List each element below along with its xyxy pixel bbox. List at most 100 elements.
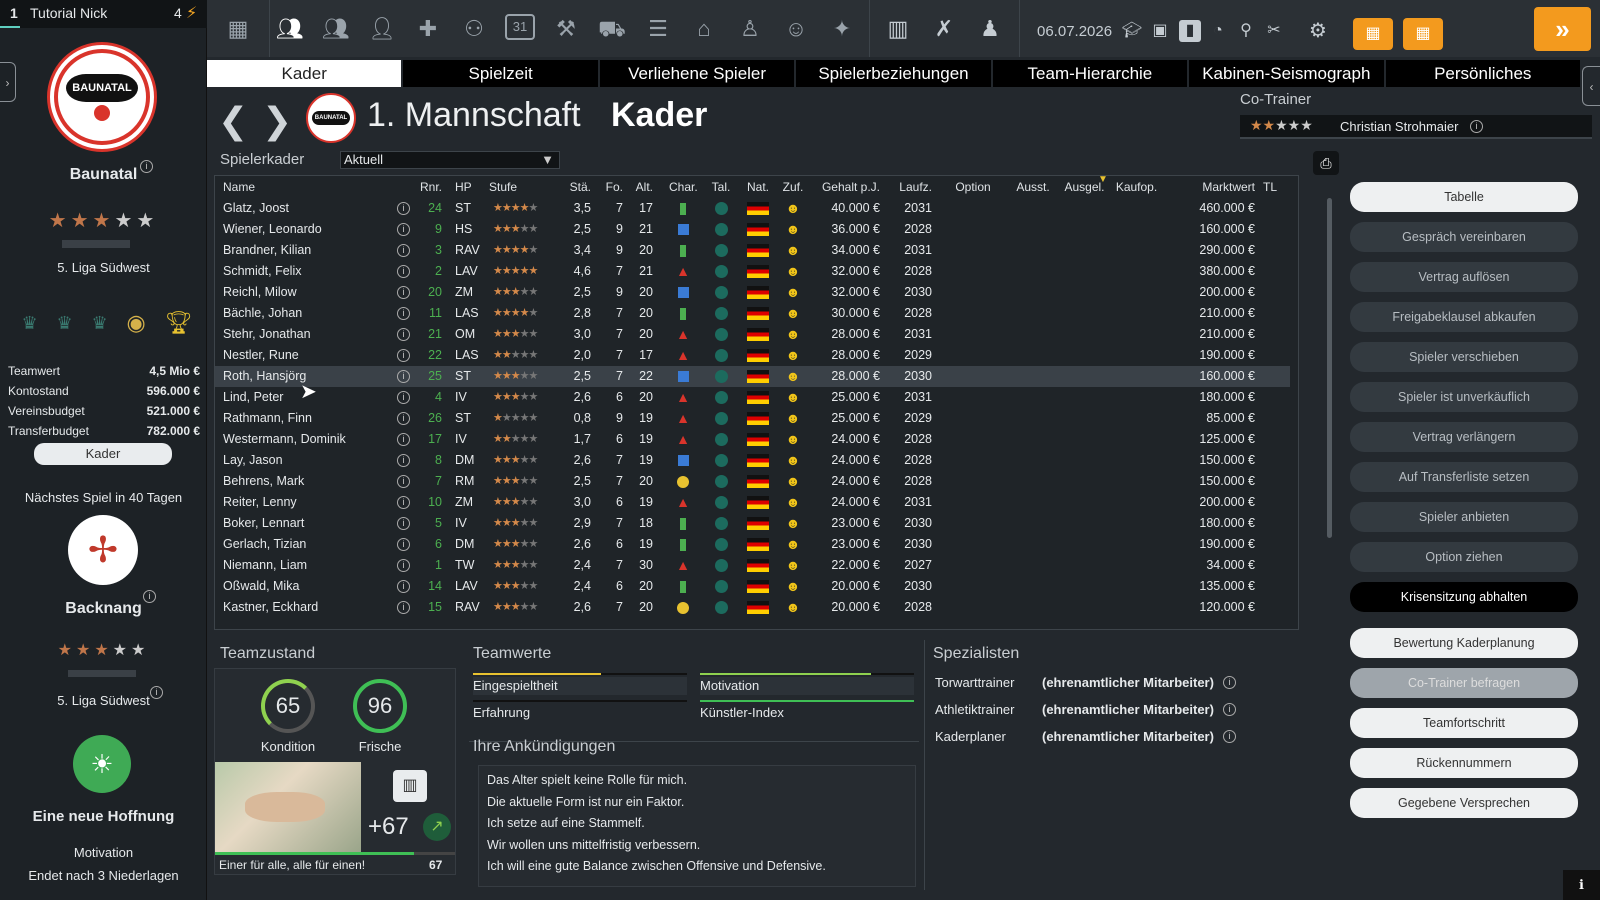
table-row[interactable]: Glatz, Joost i 24 ST ★★★★★ 3,5 7 17 ☻ 40… bbox=[215, 198, 1290, 219]
player-info-icon[interactable]: i bbox=[397, 412, 410, 425]
league-info-icon[interactable]: i bbox=[150, 686, 163, 699]
column-header[interactable]: Fo. bbox=[603, 176, 623, 198]
table-row[interactable]: Oßwald, Mika i 14 LAV ★★★★★ 2,4 6 20 ☻ 2… bbox=[215, 576, 1290, 597]
cotrainer-info-icon[interactable]: i bbox=[1470, 120, 1483, 133]
stats-icon[interactable]: ▮ bbox=[1179, 20, 1201, 42]
player-name[interactable]: Brandner, Kilian bbox=[223, 240, 403, 261]
action-button[interactable]: Vertrag auflösen bbox=[1350, 262, 1578, 292]
forward-arrow-icon[interactable]: ❯ bbox=[262, 100, 292, 142]
player-name[interactable]: Niemann, Liam bbox=[223, 555, 403, 576]
squad-filter-select[interactable]: Aktuell ▼ bbox=[340, 151, 560, 169]
column-header[interactable]: Gehalt p.J. bbox=[810, 176, 880, 198]
staff-icon[interactable]: ☺ bbox=[781, 14, 811, 44]
table-row[interactable]: Stehr, Jonathan i 21 OM ★★★★★ 3,0 7 20 ▲… bbox=[215, 324, 1290, 345]
table-row[interactable]: Bächle, Johan i 11 LAS ★★★★★ 2,8 7 20 ☻ … bbox=[215, 303, 1290, 324]
table-row[interactable]: Boker, Lennart i 5 IV ★★★★★ 2,9 7 18 ☻ 2… bbox=[215, 513, 1290, 534]
cotrainer-row[interactable]: ★★★★★ Christian Strohmaier i bbox=[1240, 115, 1592, 139]
table-row[interactable]: Rathmann, Finn i 26 ST ★★★★★ 0,8 9 19 ▲ … bbox=[215, 408, 1290, 429]
player-info-icon[interactable]: i bbox=[397, 328, 410, 341]
player-name[interactable]: Reiter, Lenny bbox=[223, 492, 403, 513]
player-name[interactable]: Rathmann, Finn bbox=[223, 408, 403, 429]
club-crest[interactable]: BAUNATAL bbox=[47, 42, 157, 152]
tab-kader[interactable]: Kader bbox=[207, 60, 404, 87]
print-icon[interactable]: ⎙ bbox=[1313, 151, 1339, 175]
column-header[interactable]: Zuf. bbox=[781, 176, 805, 198]
player-name[interactable]: Stehr, Jonathan bbox=[223, 324, 403, 345]
shirt-icon[interactable]: ♙ bbox=[735, 14, 765, 44]
tactics-board-icon[interactable]: ▥ bbox=[883, 14, 913, 44]
medical-icon[interactable]: ✚ bbox=[413, 14, 443, 44]
board-icon[interactable]: ▣ bbox=[1149, 20, 1171, 42]
tab-verliehene-spieler[interactable]: Verliehene Spieler bbox=[600, 60, 797, 87]
action-button[interactable]: Krisensitzung abhalten bbox=[1350, 582, 1578, 612]
team-icon[interactable]: 👥︎ bbox=[275, 14, 305, 44]
youth-team-icon[interactable]: 👥︎ bbox=[321, 14, 351, 44]
player-name[interactable]: Kastner, Eckhard bbox=[223, 597, 403, 618]
player-name[interactable]: Westermann, Dominik bbox=[223, 429, 403, 450]
right-panel-toggle[interactable]: ‹ bbox=[1582, 66, 1600, 106]
back-arrow-icon[interactable]: ❮ bbox=[218, 100, 248, 142]
academy-icon[interactable]: 🎓︎ bbox=[1121, 20, 1143, 42]
table-scrollbar[interactable] bbox=[1327, 198, 1332, 538]
tab-persönliches[interactable]: Persönliches bbox=[1386, 60, 1582, 87]
finance-icon[interactable]: ☰ bbox=[643, 14, 673, 44]
player-info-icon[interactable]: i bbox=[397, 580, 410, 593]
player-info-icon[interactable]: i bbox=[397, 538, 410, 551]
player-name[interactable]: Lay, Jason bbox=[223, 450, 403, 471]
calendar-week-button[interactable]: ▦ bbox=[1353, 18, 1393, 50]
tab-kabinen-seismograph[interactable]: Kabinen-Seismograph bbox=[1189, 60, 1386, 87]
player-action-icon[interactable]: ✦ bbox=[827, 14, 857, 44]
action-button[interactable]: Teamfortschritt bbox=[1350, 708, 1578, 738]
column-header[interactable]: Ausst. bbox=[1013, 176, 1053, 198]
player-name[interactable]: Behrens, Mark bbox=[223, 471, 403, 492]
table-row[interactable]: Reichl, Milow i 20 ZM ★★★★★ 2,5 9 20 ☻ 3… bbox=[215, 282, 1290, 303]
player-name[interactable]: Oßwald, Mika bbox=[223, 576, 403, 597]
action-button[interactable]: Co-Trainer befragen bbox=[1350, 668, 1578, 698]
table-row[interactable]: Lay, Jason i 8 DM ★★★★★ 2,6 7 19 ☻ 24.00… bbox=[215, 450, 1290, 471]
player-info-icon[interactable]: i bbox=[397, 307, 410, 320]
player-name[interactable]: Gerlach, Tizian bbox=[223, 534, 403, 555]
player-info-icon[interactable]: i bbox=[397, 601, 410, 614]
column-header[interactable]: TL bbox=[1263, 176, 1283, 198]
column-header[interactable]: HP bbox=[455, 176, 485, 198]
player-name[interactable]: Bächle, Johan bbox=[223, 303, 403, 324]
player-info-icon[interactable]: i bbox=[397, 202, 410, 215]
player-info-icon[interactable]: i bbox=[397, 244, 410, 257]
column-header[interactable]: Stä. bbox=[565, 176, 591, 198]
specialist-name[interactable]: (ehrenamtlicher Mitarbeiter) bbox=[1042, 675, 1214, 690]
table-row[interactable]: Kastner, Eckhard i 15 RAV ★★★★★ 2,6 7 20… bbox=[215, 597, 1290, 618]
column-header[interactable]: Char. bbox=[669, 176, 698, 198]
profile-bar[interactable]: 1 Tutorial Nick 4 ⚡ bbox=[0, 0, 207, 28]
column-header[interactable]: Nat. bbox=[743, 176, 773, 198]
table-row[interactable]: Wiener, Leonardo i 9 HS ★★★★★ 2,5 9 21 ☻… bbox=[215, 219, 1290, 240]
action-button[interactable]: Bewertung Kaderplanung bbox=[1350, 628, 1578, 658]
player-info-icon[interactable]: i bbox=[397, 370, 410, 383]
tab-spielzeit[interactable]: Spielzeit bbox=[403, 60, 600, 87]
column-header[interactable]: Stufe bbox=[489, 176, 559, 198]
tab-team-hierarchie[interactable]: Team-Hierarchie bbox=[993, 60, 1190, 87]
sidebar-collapse-button[interactable]: › bbox=[0, 62, 16, 102]
table-row[interactable]: Nestler, Rune i 22 LAS ★★★★★ 2,0 7 17 ▲ … bbox=[215, 345, 1290, 366]
player-info-icon[interactable]: i bbox=[397, 559, 410, 572]
action-button[interactable]: Spieler anbieten bbox=[1350, 502, 1578, 532]
action-button[interactable]: Spieler ist unverkäuflich bbox=[1350, 382, 1578, 412]
gear-icon[interactable]: ⚙ bbox=[1307, 20, 1329, 42]
search-icon[interactable]: ⚲ bbox=[1235, 20, 1257, 42]
table-row[interactable]: Gerlach, Tizian i 6 DM ★★★★★ 2,6 6 19 ☻ … bbox=[215, 534, 1290, 555]
action-button[interactable]: Rückennummern bbox=[1350, 748, 1578, 778]
player-info-icon[interactable]: i bbox=[397, 433, 410, 446]
specialist-info-icon[interactable]: i bbox=[1223, 703, 1236, 716]
player-info-icon[interactable]: i bbox=[397, 475, 410, 488]
player-info-icon[interactable]: i bbox=[397, 517, 410, 530]
kader-button[interactable]: Kader bbox=[34, 443, 172, 465]
calendar-icon[interactable]: 31 bbox=[505, 14, 535, 40]
tab-spielerbeziehungen[interactable]: Spielerbeziehungen bbox=[796, 60, 993, 87]
stadium-icon[interactable]: ⛟ bbox=[597, 14, 627, 44]
action-button[interactable]: Freigabeklausel abkaufen bbox=[1350, 302, 1578, 332]
player-name[interactable]: Wiener, Leonardo bbox=[223, 219, 403, 240]
dashboard-icon[interactable]: ▦ bbox=[223, 14, 253, 44]
column-header[interactable]: Marktwert bbox=[1163, 176, 1255, 198]
player-info-icon[interactable]: i bbox=[397, 496, 410, 509]
table-row[interactable]: Lind, Peter i 4 IV ★★★★★ 2,6 6 20 ▲ ☻ 25… bbox=[215, 387, 1290, 408]
column-header[interactable]: Rnr. bbox=[420, 176, 442, 198]
